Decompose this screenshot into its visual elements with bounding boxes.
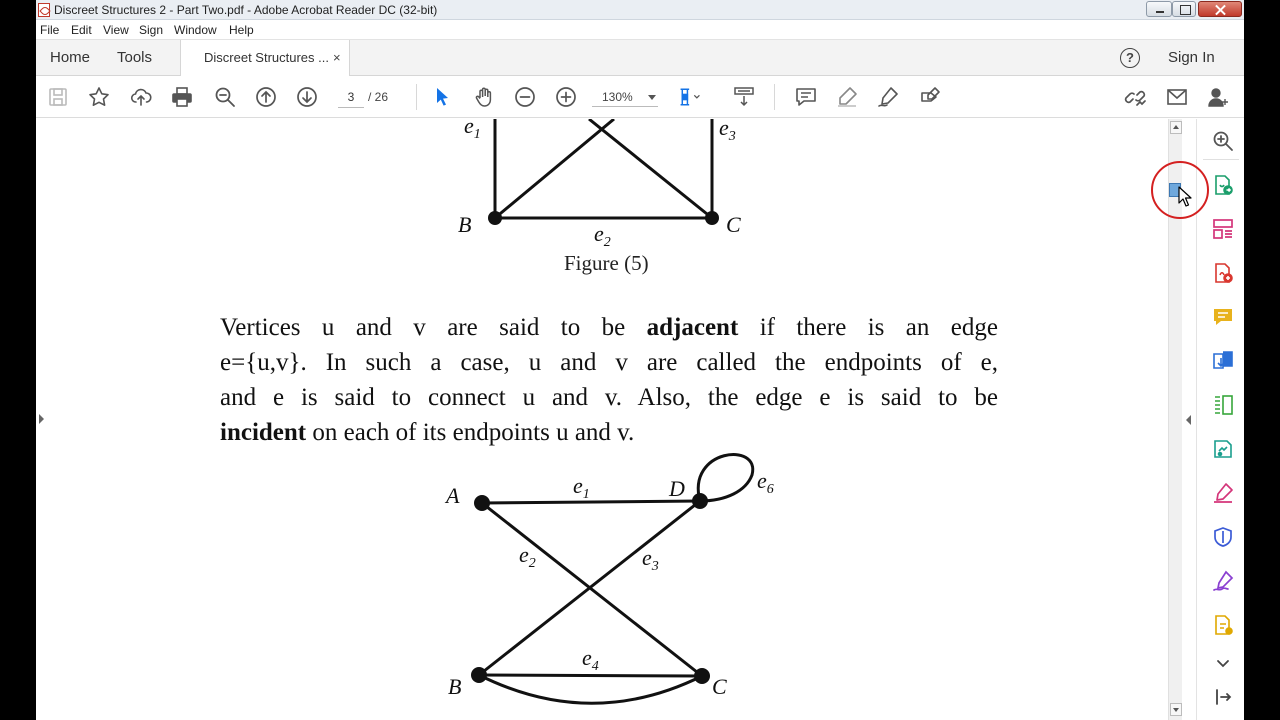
fig6-edge-label-e1: e1 [573, 473, 590, 502]
zoom-out-icon[interactable] [513, 85, 537, 109]
upload-icon[interactable] [129, 85, 153, 109]
left-panel-toggle-icon[interactable] [39, 414, 44, 424]
figure-5: e1 e3 B C e2 [458, 119, 741, 250]
scroll-down-button[interactable] [1170, 703, 1182, 716]
title-bar: Discreet Structures 2 - Part Two.pdf - A… [36, 0, 1244, 20]
tab-close-icon[interactable]: × [333, 40, 341, 76]
prev-page-icon[interactable] [254, 85, 278, 109]
acrobat-app-icon [38, 3, 50, 17]
fig6-edge-label-e3: e3 [642, 545, 659, 574]
body-paragraph: Vertices u and v are said to be adjacent… [220, 310, 998, 450]
page-number-input[interactable] [338, 86, 364, 108]
fill-sign-tool-icon[interactable] [1211, 481, 1235, 505]
right-letterbox [1244, 0, 1280, 720]
export-pdf-icon[interactable] [1211, 173, 1235, 197]
fig6-vertex-label-c: C [712, 674, 727, 699]
window-title: Discreet Structures 2 - Part Two.pdf - A… [54, 3, 438, 17]
acrobat-window: Discreet Structures 2 - Part Two.pdf - A… [36, 0, 1244, 720]
fig5-vertex-label-c: C [726, 212, 741, 237]
comment-tool-icon[interactable] [1211, 305, 1235, 329]
collapse-pane-icon[interactable] [1211, 685, 1235, 709]
fig6-edge-label-e4: e4 [582, 645, 599, 674]
fig6-vertex-label-d: D [668, 476, 685, 501]
toolbar-separator [416, 84, 417, 110]
help-icon[interactable]: ? [1120, 48, 1140, 68]
menu-sign[interactable]: Sign [139, 23, 163, 37]
fig6-edge-label-e2: e2 [519, 542, 536, 571]
bookmark-star-icon[interactable] [87, 85, 111, 109]
zoom-value: 130% [602, 90, 633, 104]
tab-document-label: Discreet Structures ... [204, 50, 329, 65]
expand-down-icon[interactable] [1211, 651, 1235, 675]
fig6-vertex-label-b: B [448, 674, 461, 699]
find-icon[interactable] [213, 85, 237, 109]
zoom-dropdown[interactable]: 130% [592, 87, 658, 107]
term-incident: incident [220, 419, 307, 446]
pane-separator [1203, 159, 1239, 160]
send-for-review-icon[interactable] [1211, 437, 1235, 461]
fig5-edge-label-e2: e2 [594, 221, 611, 250]
more-tools-icon[interactable] [1211, 613, 1235, 637]
paragraph-line-2: e={u,v}. In such a case, u and v are cal… [220, 349, 998, 376]
combine-files-icon[interactable] [1211, 349, 1235, 373]
edit-pdf-icon[interactable] [1211, 393, 1235, 417]
organize-pages-icon[interactable] [1211, 217, 1235, 241]
fig5-edge-label-e3: e3 [719, 119, 736, 144]
comment-icon[interactable] [794, 85, 818, 109]
maximize-button[interactable] [1172, 1, 1196, 17]
menu-edit[interactable]: Edit [71, 23, 92, 37]
menu-window[interactable]: Window [174, 23, 217, 37]
menu-file[interactable]: File [40, 23, 59, 37]
document-view[interactable]: e1 e3 B C e2 Figure (5) Vertices u and v… [36, 119, 1168, 720]
page-total: / 26 [368, 90, 389, 104]
email-icon[interactable] [1165, 85, 1189, 109]
print-icon[interactable] [170, 85, 194, 109]
paragraph-line-3: and e is said to connect u and v. Also, … [220, 384, 998, 411]
right-tools-pane [1196, 119, 1244, 720]
protect-icon[interactable] [1211, 525, 1235, 549]
scroll-up-button[interactable] [1170, 121, 1182, 134]
page-fit-icon[interactable] [678, 85, 702, 109]
collapse-arrow-icon[interactable] [1186, 415, 1191, 425]
fill-sign-icon[interactable] [918, 85, 942, 109]
minimize-button[interactable] [1146, 1, 1172, 17]
paragraph-line-1: Vertices u and v are said to be adjacent… [220, 314, 998, 341]
sign-icon[interactable] [876, 85, 900, 109]
next-page-icon[interactable] [295, 85, 319, 109]
tab-row: Home Tools Discreet Structures ... × ? S… [36, 40, 1244, 77]
toolbar: / 26 130% [36, 76, 1244, 118]
search-zoom-icon[interactable] [1211, 129, 1235, 153]
create-pdf-icon[interactable] [1211, 261, 1235, 285]
chevron-down-icon [648, 95, 656, 100]
fig6-edge-label-e6: e6 [757, 468, 774, 497]
fig6-vertex-label-a: A [444, 483, 460, 508]
left-letterbox [0, 0, 36, 720]
highlight-icon[interactable] [835, 85, 859, 109]
menu-view[interactable]: View [103, 23, 129, 37]
fig5-edge-label-e1: e1 [464, 119, 481, 142]
tab-document[interactable]: Discreet Structures ... × [180, 40, 350, 77]
toolbar-separator [774, 84, 775, 110]
zoom-in-icon[interactable] [554, 85, 578, 109]
mouse-cursor-icon [1178, 186, 1192, 207]
scroll-mode-icon[interactable] [732, 85, 756, 109]
tab-home[interactable]: Home [50, 40, 90, 76]
tab-tools[interactable]: Tools [117, 40, 152, 76]
menu-help[interactable]: Help [229, 23, 254, 37]
fig5-vertex-label-b: B [458, 212, 471, 237]
menu-bar: File Edit View Sign Window Help [36, 20, 1244, 40]
figure-5-caption: Figure (5) [564, 251, 649, 275]
share-link-icon[interactable] [1123, 85, 1147, 109]
hand-icon[interactable] [472, 85, 496, 109]
paragraph-line-4: incident on each of its endpoints u and … [220, 419, 635, 446]
sign-in-button[interactable]: Sign In [1168, 40, 1215, 76]
close-button[interactable] [1198, 1, 1242, 17]
save-icon[interactable] [46, 85, 70, 109]
sign-tool-icon[interactable] [1211, 569, 1235, 593]
term-adjacent: adjacent [646, 314, 739, 341]
select-arrow-icon[interactable] [430, 85, 454, 109]
add-user-icon[interactable] [1206, 85, 1230, 109]
